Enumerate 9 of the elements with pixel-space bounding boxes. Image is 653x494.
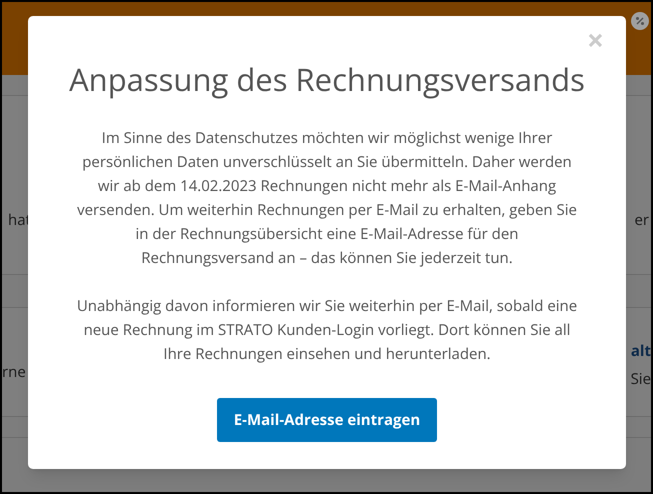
card-text: Sie	[630, 368, 651, 390]
dialog-paragraph: Im Sinne des Datenschutzes möchten wir möglichst wenige Ihrer persönlichen Daten unverschlüsselt an Sie übermitteln. Daher werden wir ab dem 14.02.2023 Rechnungen nicht mehr als E-Mail-Anhang versenden. Um weiterhin Rechnungen per E-Mail zu erhalten, geben Sie in der Rechnungsübersicht eine E-Mail-Adresse für den Rechnungsversand an – das können Sie jederzeit tun.	[76, 127, 578, 270]
dialog-paragraph: Unabhängig davon informieren wir Sie weiterhin per E-Mail, sobald eine neue Rechnung im STRATO Kunden-Login vorliegt. Dort können Sie all Ihre Rechnungen einsehen und herunterladen.	[76, 295, 578, 366]
card-text: er	[634, 208, 650, 232]
percent-icon[interactable]	[631, 12, 649, 30]
card-text: rne	[2, 360, 26, 384]
dialog-title: Anpassung des Rechnungsversands	[69, 60, 585, 100]
add-email-button[interactable]: E-Mail-Adresse eintragen	[216, 398, 438, 442]
card-title: alt	[630, 340, 651, 362]
